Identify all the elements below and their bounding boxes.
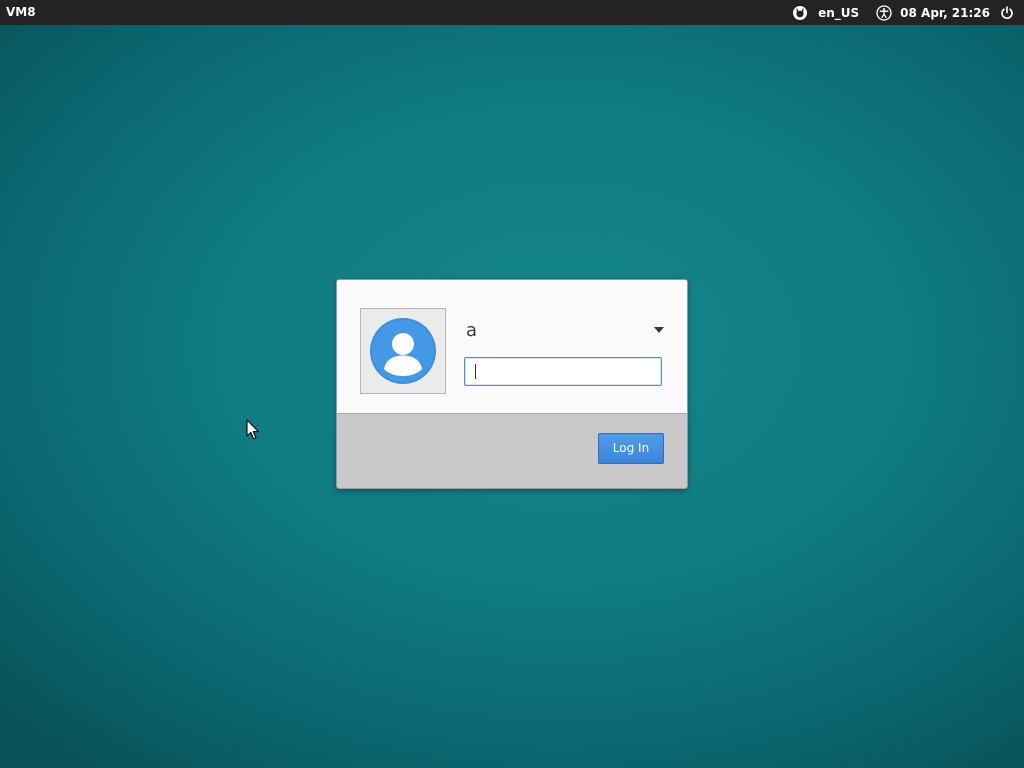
accessibility-icon[interactable]: [876, 4, 892, 21]
top-panel: VM8 en_US 08 Apr, 21:26: [0, 0, 1024, 25]
keyboard-layout-indicator[interactable]: en_US: [818, 6, 859, 20]
username-label: a: [466, 320, 478, 341]
text-caret: [475, 364, 476, 379]
power-icon[interactable]: [1000, 5, 1014, 20]
login-user-section: a: [337, 280, 687, 414]
indicator-area: en_US 08 Apr, 21:26: [792, 0, 1024, 25]
user-avatar-icon: [370, 318, 436, 384]
clock[interactable]: 08 Apr, 21:26: [900, 6, 990, 20]
chevron-down-icon[interactable]: [654, 327, 664, 333]
avatar: [360, 308, 446, 394]
mouse-pointer-icon: [246, 419, 259, 440]
hostname-label: VM8: [6, 5, 36, 19]
password-field[interactable]: [464, 357, 662, 386]
user-selector[interactable]: a: [464, 316, 664, 346]
log-in-button[interactable]: Log In: [598, 433, 664, 464]
session-badge-icon[interactable]: [792, 5, 808, 21]
login-dialog: a Log In: [336, 279, 688, 489]
